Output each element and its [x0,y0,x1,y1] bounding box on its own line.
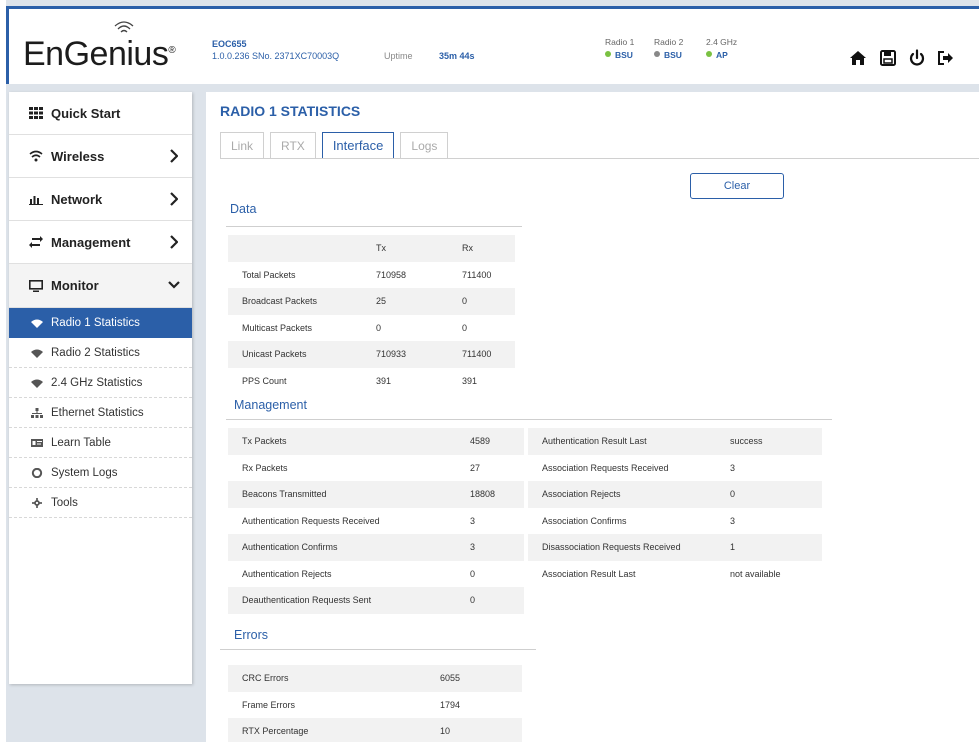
top-bar: EnGenius® EOC655 1.0.0.236 SNo. 2371XC70… [6,6,979,84]
menu-quick-start[interactable]: Quick Start [9,92,192,135]
status-dot-icon [706,51,712,57]
main-panel: RADIO 1 STATISTICS Link RTX Interface Lo… [206,92,979,742]
tab-bar: Link RTX Interface Logs [220,132,454,159]
firmware-serial: 1.0.0.236 SNo. 2371XC70003Q [212,51,340,61]
section-divider [220,649,536,650]
table-row: Beacons Transmitted 18808 [228,481,524,508]
sidebar-item-learn-table[interactable]: Learn Table [9,428,192,458]
grid-icon [29,107,43,119]
table-row: Unicast Packets 710933 711400 [228,341,515,368]
tab-rtx[interactable]: RTX [270,132,316,158]
tab-interface[interactable]: Interface [321,132,395,159]
uptime-label: Uptime [384,51,413,61]
table-row: Multicast Packets 0 0 [242,322,468,333]
sidebar-item-system-logs[interactable]: System Logs [9,458,192,488]
table-row: Association Rejects 0 [528,481,822,508]
menu-management[interactable]: Management [9,221,192,264]
sidebar-item-ethernet-statistics[interactable]: Ethernet Statistics [9,398,192,428]
wifi-icon [31,319,43,328]
radio1-status: Radio 1 BSU [605,37,635,60]
table-row: Tx Packets 4589 [228,428,524,455]
data-table: Tx Rx Total Packets 710958 711400 Broadcas… [228,235,515,394]
radio-24ghz-status: 2.4 GHz AP [706,37,738,60]
sidebar-item-radio1-statistics[interactable]: Radio 1 Statistics [9,308,192,338]
table-row: CRC Errors 6055 [228,665,522,692]
power-icon[interactable] [908,49,926,67]
menu-label: Wireless [51,148,105,164]
table-row: Association Requests Received 3 [542,462,736,473]
status-dot-icon [654,51,660,57]
home-icon[interactable] [849,49,867,67]
table-row: Authentication Result Last success [528,428,822,455]
table-row: Deauthentication Requests Sent 0 [228,587,524,614]
chevron-right-icon [170,149,178,163]
logo-wifi-icon [114,21,134,33]
section-title-management: Management [234,398,307,412]
table-row: Association Result Last not available [542,568,781,579]
menu-label: Network [51,191,103,207]
exchange-icon [29,236,43,248]
table-row: Total Packets 710958 711400 [242,269,492,280]
tabs-divider [220,158,979,159]
table-row: Broadcast Packets 25 0 [228,288,515,315]
errors-table: CRC Errors 6055 Frame Errors 1794 RTX Perc… [228,665,522,742]
clear-button[interactable]: Clear [690,173,784,199]
menu-wireless[interactable]: Wireless [9,135,192,178]
menu-label: Management [51,234,131,250]
save-icon[interactable] [879,49,897,67]
table-header-row: Tx Rx [228,235,515,262]
menu-monitor[interactable]: Monitor [9,264,192,308]
sidebar: Quick Start Wireless Network Management … [9,92,192,684]
sitemap-icon [31,407,43,418]
menu-label: Monitor [51,278,99,293]
table-row: Frame Errors 1794 [242,699,461,710]
menu-network[interactable]: Network [9,178,192,221]
logout-icon[interactable] [937,49,955,67]
wifi-icon [31,349,43,358]
lifebuoy-icon [31,467,43,478]
section-divider [226,226,522,227]
table-row: Disassociation Requests Received 1 [528,534,822,561]
wifi-icon [29,150,43,162]
table-row: Authentication Confirms 3 [228,534,524,561]
sidebar-item-radio2-statistics[interactable]: Radio 2 Statistics [9,338,192,368]
chevron-right-icon [170,192,178,206]
device-model: EOC655 [212,39,247,49]
section-title-errors: Errors [234,628,269,642]
sidebar-item-tools[interactable]: Tools [9,488,192,518]
status-dot-icon [605,51,611,57]
page-title: RADIO 1 STATISTICS [220,103,361,119]
management-table-left: Tx Packets 4589 Rx Packets 27 Beacons Tran… [228,428,524,614]
bar-chart-icon [29,196,43,205]
table-row: Authentication Rejects 0 [242,568,476,579]
table-row: RTX Percentage 10 [228,718,522,742]
sidebar-item-24ghz-statistics[interactable]: 2.4 GHz Statistics [9,368,192,398]
wifi-icon [31,379,43,388]
monitor-icon [29,279,43,292]
table-row: Authentication Requests Received 3 [242,515,476,526]
radio2-status: Radio 2 BSU [654,37,684,60]
uptime-value: 35m 44s [439,51,475,61]
id-card-icon [31,438,43,447]
tab-link[interactable]: Link [220,132,265,158]
chevron-right-icon [170,235,178,249]
table-row: Association Confirms 3 [542,515,736,526]
table-row: Rx Packets 27 [242,462,481,473]
gear-icon [32,497,42,508]
brand-logo: EnGenius® [23,35,176,73]
menu-label: Quick Start [51,105,121,121]
section-divider [226,419,832,420]
table-row: PPS Count 391 391 [242,375,478,386]
tab-logs[interactable]: Logs [400,132,449,158]
section-title-data: Data [230,202,257,216]
chevron-down-icon [168,281,180,289]
management-table-right: Authentication Result Last success Associ… [528,428,822,587]
